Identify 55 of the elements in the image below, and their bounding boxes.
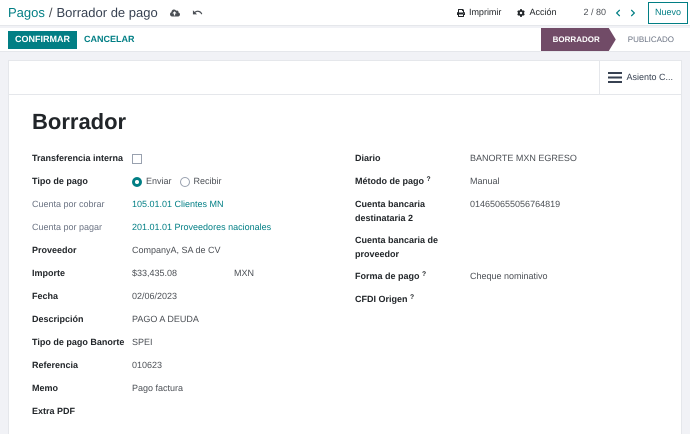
print-button[interactable]: Imprimir: [456, 6, 502, 20]
field-label: Método de pago $^{?}$: [355, 174, 432, 188]
field-value: 014650655056764819: [470, 198, 560, 211]
journal-entry-button[interactable]: Asiento C...: [599, 61, 681, 94]
field-label: Cuenta por cobrar: [32, 198, 106, 211]
breadcrumb-parent[interactable]: Pagos: [8, 2, 45, 22]
gear-icon: [517, 8, 526, 16]
field-label: Referencia: [32, 358, 80, 372]
radio-label: Enviar: [146, 174, 172, 188]
checkbox[interactable]: [132, 154, 142, 164]
new-button[interactable]: Nuevo: [648, 2, 688, 24]
field-label: Diario: [355, 152, 382, 165]
field-label: Descripción: [32, 312, 85, 326]
field-value: Manual: [470, 175, 500, 188]
radio-button[interactable]: [132, 176, 142, 186]
account-link[interactable]: 105.01.01 Clientes MN: [132, 198, 224, 212]
field-label: CFDI Origen $^{?}$: [355, 292, 416, 306]
field-label: Cuenta bancaria de proveedor: [355, 234, 440, 261]
field-label: Cuenta bancaria destinataria 2: [355, 198, 426, 225]
field-label: Proveedor: [32, 244, 78, 257]
field-label: Fecha: [32, 290, 60, 303]
action-button[interactable]: Acción: [517, 6, 556, 20]
field-label: Transferencia interna: [32, 152, 124, 165]
field-value: 02/06/2023: [132, 290, 178, 303]
printer-icon: [456, 8, 465, 16]
breadcrumb-current: Borrador de pago: [56, 4, 158, 22]
pager-counter: 2 / 80: [583, 6, 606, 19]
record-title: Borrador: [32, 111, 128, 133]
field-label: Memo: [32, 382, 60, 395]
radio-label: Recibir: [194, 174, 222, 188]
breadcrumb-separator: /: [48, 4, 52, 22]
field-value: 010623: [132, 358, 162, 372]
field-value: CompanyA, SA de CV: [132, 244, 221, 257]
field-label: Importe: [32, 266, 66, 280]
field-value: Pago factura: [132, 382, 184, 395]
field-value: PAGO A DEUDA: [132, 312, 199, 326]
radio-button[interactable]: [180, 176, 190, 186]
field-label: Cuenta por pagar: [32, 220, 104, 234]
next-icon[interactable]: [628, 8, 637, 16]
cancel-button[interactable]: CANCELAR: [77, 30, 142, 48]
status-step[interactable]: BORRADOR: [540, 28, 616, 51]
menu-icon: [608, 72, 622, 83]
cloud-upload-icon[interactable]: [170, 8, 180, 18]
confirm-button[interactable]: CONFIRMAR: [8, 30, 77, 48]
field-label: Tipo de pago: [32, 174, 89, 188]
amount-value: $33,435.08: [132, 266, 178, 280]
field-label: Extra PDF: [32, 404, 76, 418]
field-value: BANORTE MXN EGRESO: [470, 152, 577, 165]
account-link[interactable]: 201.01.01 Proveedores nacionales: [132, 220, 272, 234]
previous-icon[interactable]: [614, 8, 622, 16]
field-label: Tipo de pago Banorte: [32, 336, 126, 349]
field-value: SPEI: [132, 336, 153, 349]
field-value: Cheque nominativo: [470, 270, 548, 283]
field-label: Forma de pago $^{?}$: [355, 270, 428, 283]
currency-value: MXN: [234, 266, 254, 280]
